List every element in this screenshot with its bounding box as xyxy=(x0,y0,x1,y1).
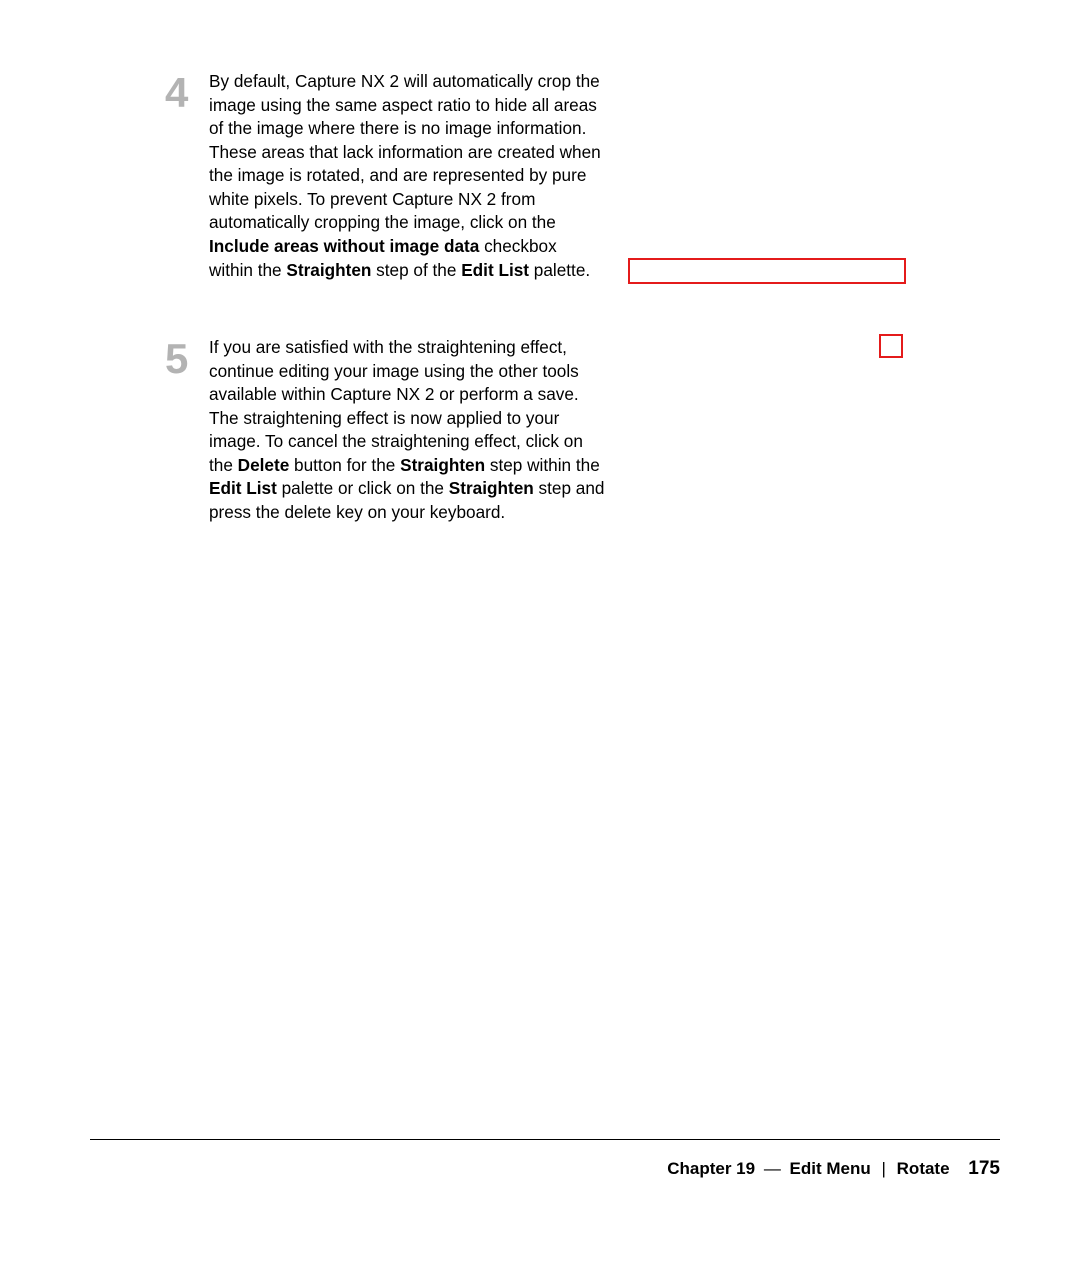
highlight-box-2 xyxy=(879,334,903,358)
footer-page-number: 175 xyxy=(968,1158,1000,1179)
step-number: 5 xyxy=(165,336,209,525)
step-5: 5If you are satisfied with the straighte… xyxy=(165,336,605,525)
footer-rule xyxy=(90,1139,1000,1140)
page-footer: Chapter 19 — Edit Menu | Rotate 175 xyxy=(667,1158,1000,1180)
highlight-box-1 xyxy=(628,258,906,284)
steps-container: 4By default, Capture NX 2 will automatic… xyxy=(165,70,990,525)
footer-section1: Edit Menu xyxy=(790,1159,871,1178)
footer-dash: — xyxy=(764,1159,781,1178)
footer-chapter: Chapter 19 xyxy=(667,1159,755,1178)
step-text: If you are satisfied with the straighten… xyxy=(209,336,605,525)
step-number: 4 xyxy=(165,70,209,282)
step-text: By default, Capture NX 2 will automatica… xyxy=(209,70,605,282)
page: 4By default, Capture NX 2 will automatic… xyxy=(0,0,1080,1270)
step-4: 4By default, Capture NX 2 will automatic… xyxy=(165,70,605,282)
footer-section2: Rotate xyxy=(897,1159,950,1178)
footer-divider: | xyxy=(882,1159,886,1178)
